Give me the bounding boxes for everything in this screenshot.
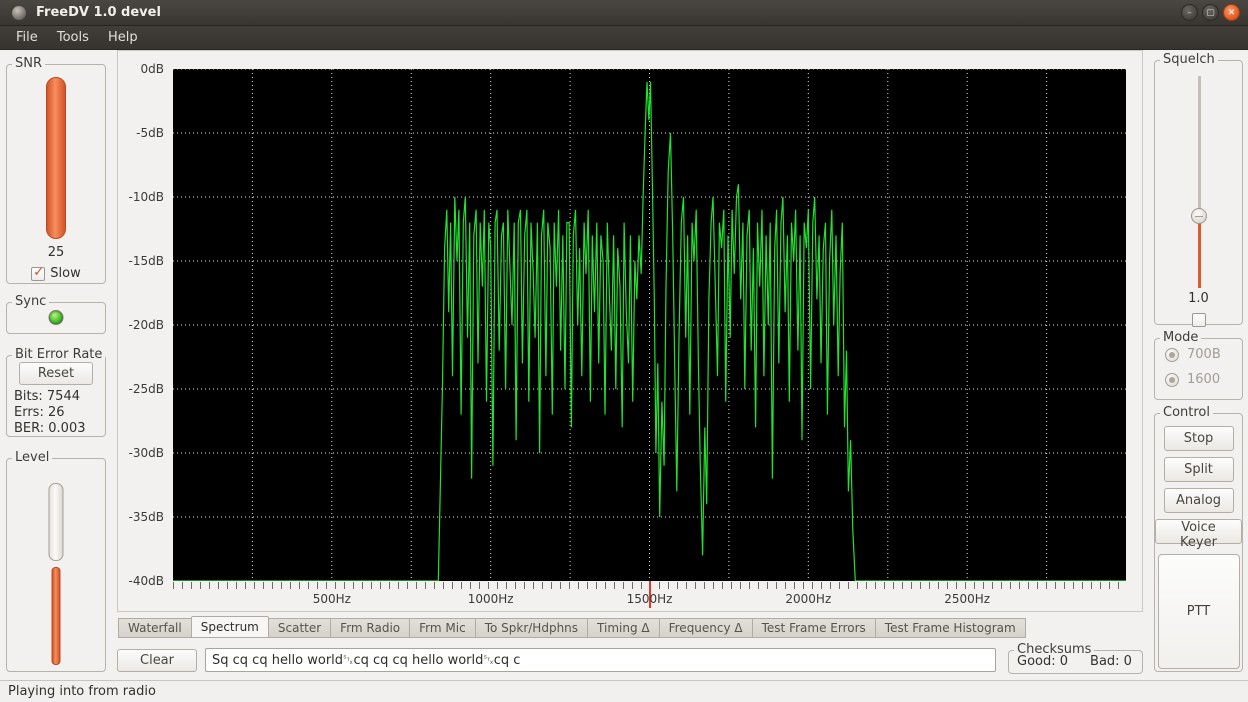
snr-group: SNR 25 ✓ Slow	[6, 64, 106, 284]
x-tick-label: 1000Hz	[468, 592, 514, 606]
tab-frm-radio[interactable]: Frm Radio	[330, 618, 410, 638]
mode-radio-label: 700B	[1187, 347, 1221, 362]
errors-count: Errs: 26	[14, 405, 86, 421]
analog-button[interactable]: Analog	[1164, 488, 1234, 513]
slow-checkbox[interactable]: ✓ Slow	[7, 266, 105, 281]
ber-label: Bit Error Rate	[12, 347, 105, 362]
bit-error-rate-group: Bit Error Rate Reset Bits: 7544 Errs: 26…	[6, 355, 106, 437]
rx-text-input[interactable]	[205, 648, 996, 672]
ptt-button[interactable]: PTT	[1158, 554, 1240, 669]
squelch-checkbox[interactable]	[1192, 313, 1206, 327]
y-tick-label: 0dB	[141, 62, 164, 76]
x-tick-label: 2000Hz	[785, 592, 831, 606]
tab-waterfall[interactable]: Waterfall	[118, 618, 192, 638]
y-axis-labels: 0dB-5dB-10dB-15dB-20dB-25dB-30dB-35dB-40…	[118, 69, 168, 581]
snr-label: SNR	[12, 56, 45, 71]
sync-group: Sync	[6, 302, 106, 334]
stop-button[interactable]: Stop	[1164, 426, 1234, 451]
squelch-value: 1.0	[1155, 291, 1242, 306]
y-tick-label: -10dB	[129, 190, 164, 204]
window-title: FreeDV 1.0 devel	[36, 5, 161, 20]
control-buttons: Stop Split Analog Voice Keyer	[1155, 426, 1242, 544]
tab-scatter[interactable]: Scatter	[268, 618, 331, 638]
x-tick-label: 2500Hz	[944, 592, 990, 606]
level-meter-fill	[52, 567, 61, 665]
x-axis-labels: 500Hz 1000Hz 1500Hz 2000Hz 2500Hz	[173, 592, 1126, 608]
y-tick-label: -25dB	[129, 382, 164, 396]
spectrum-panel: 0dB -5dB -10dB -15dB -20dB -25dB -30dB -35dB -40…	[117, 50, 1143, 612]
tab-timing-[interactable]: Timing Δ	[587, 618, 660, 638]
check-icon: ✓	[33, 265, 44, 280]
y-tick-label: -35dB	[129, 510, 164, 524]
tab-test-frame-errors[interactable]: Test Frame Errors	[752, 618, 876, 638]
x-tick-label: 500Hz	[313, 592, 351, 606]
menu-file[interactable]: File	[16, 26, 38, 49]
split-button[interactable]: Split	[1164, 457, 1234, 482]
spectrum-canvas	[173, 69, 1126, 581]
app-icon	[12, 6, 26, 20]
sync-led-icon	[49, 310, 64, 325]
mode-label: Mode	[1160, 330, 1201, 345]
snr-value: 25	[7, 245, 105, 260]
control-label: Control	[1160, 405, 1213, 420]
tab-spectrum[interactable]: Spectrum	[191, 616, 269, 638]
minimize-button[interactable]: –	[1181, 4, 1198, 21]
y-tick-label: -5dB	[136, 126, 164, 140]
y-tick-label: -15dB	[129, 254, 164, 268]
title-bar: FreeDV 1.0 devel – ▢ ✕	[0, 0, 1248, 26]
checksums-bad: Bad: 0	[1090, 654, 1132, 669]
x-tick-label: 1500Hz	[627, 592, 673, 606]
squelch-slider-fill	[1198, 223, 1201, 288]
tab-to-spkr-hdphns[interactable]: To Spkr/Hdphns	[475, 618, 588, 638]
slow-checkbox-box[interactable]: ✓	[31, 267, 45, 281]
snr-gauge	[46, 77, 66, 239]
close-button[interactable]: ✕	[1223, 4, 1240, 21]
plot-tabs: WaterfallSpectrumScatterFrm RadioFrm Mic…	[118, 616, 1144, 638]
bits-count: Bits: 7544	[14, 389, 86, 405]
clear-button[interactable]: Clear	[117, 649, 197, 672]
level-label: Level	[12, 450, 52, 465]
freedv-window: FreeDV 1.0 devel – ▢ ✕ File Tools Help S…	[0, 0, 1248, 702]
checksums-group: Checksums Good: 0 Bad: 0	[1008, 650, 1143, 674]
level-slider-thumb[interactable]	[49, 483, 64, 561]
checksums-good: Good: 0	[1017, 654, 1068, 669]
menu-bar: File Tools Help	[0, 26, 1248, 50]
mode-group: Mode 700B1600	[1154, 338, 1243, 400]
y-tick-label: -20dB	[129, 318, 164, 332]
level-group: Level	[6, 458, 106, 672]
ber-value: BER: 0.003	[14, 421, 86, 437]
voice-keyer-button[interactable]: Voice Keyer	[1155, 519, 1242, 544]
checksums-values: Good: 0 Bad: 0	[1017, 654, 1132, 669]
spectrum-plot	[173, 69, 1126, 581]
mode-radio-700b[interactable]: 700B	[1165, 347, 1221, 362]
tab-frequency-[interactable]: Frequency Δ	[659, 618, 753, 638]
menu-help[interactable]: Help	[108, 26, 138, 49]
status-bar: Playing into from radio	[0, 680, 1248, 702]
reset-button[interactable]: Reset	[19, 362, 93, 385]
window-buttons: – ▢ ✕	[1181, 4, 1240, 21]
squelch-group: Squelch 1.0	[1154, 60, 1243, 325]
control-group: Control StopSplitAnalogVoice Keyer PTT	[1154, 413, 1243, 672]
maximize-button[interactable]: ▢	[1202, 4, 1219, 21]
tab-test-frame-histogram[interactable]: Test Frame Histogram	[875, 618, 1026, 638]
mode-radio-1600[interactable]: 1600	[1165, 372, 1220, 387]
radio-icon	[1165, 348, 1179, 362]
status-text: Playing into from radio	[8, 684, 156, 699]
tab-frm-mic[interactable]: Frm Mic	[409, 618, 476, 638]
y-tick-label: -30dB	[129, 446, 164, 460]
mode-radio-label: 1600	[1187, 372, 1220, 387]
radio-icon	[1165, 373, 1179, 387]
ber-stats: Bits: 7544 Errs: 26 BER: 0.003	[14, 389, 86, 437]
y-tick-label: -40dB	[129, 574, 164, 588]
squelch-label: Squelch	[1160, 52, 1218, 67]
menu-tools[interactable]: Tools	[57, 26, 89, 49]
sync-label: Sync	[12, 294, 49, 309]
slow-checkbox-label: Slow	[50, 266, 80, 281]
squelch-slider-handle[interactable]	[1191, 208, 1207, 224]
